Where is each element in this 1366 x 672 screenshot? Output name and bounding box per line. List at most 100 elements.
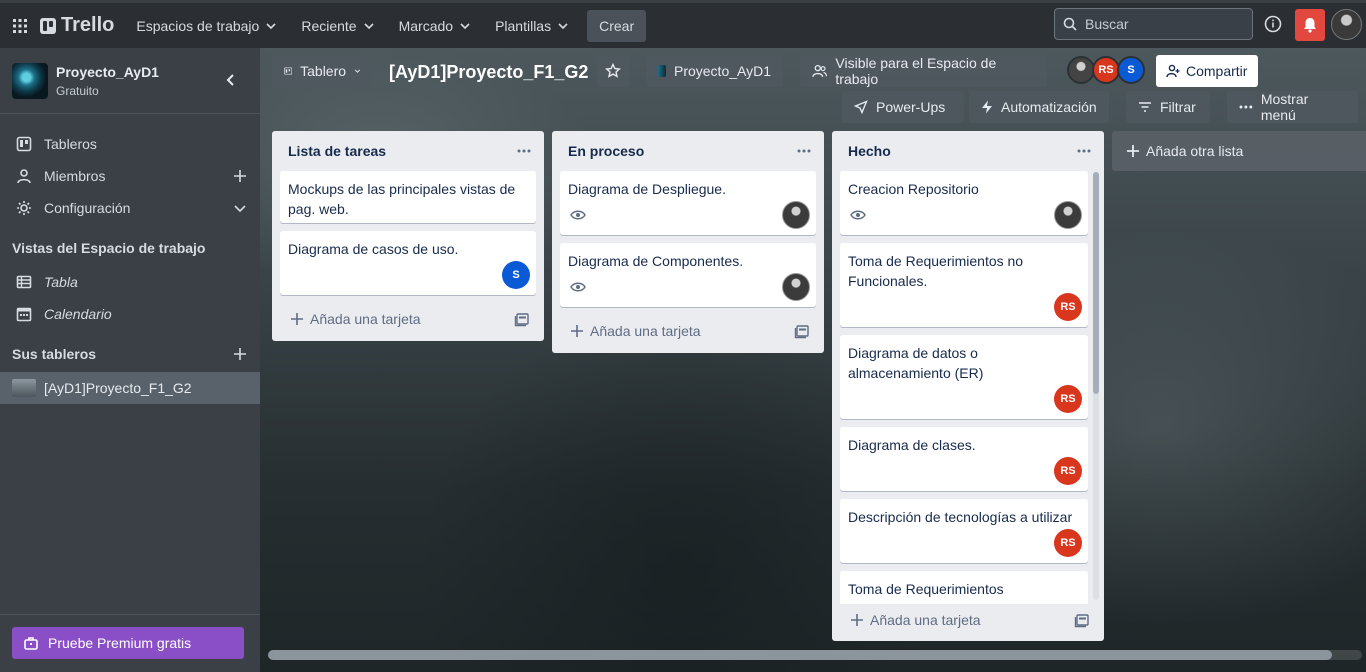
list-header[interactable]: Lista de tareas bbox=[272, 131, 544, 171]
card[interactable]: Diagrama de clases. RS bbox=[840, 427, 1088, 491]
card-title: Toma de Requerimientos no Funcionales. bbox=[848, 253, 1024, 289]
app-switcher-icon[interactable] bbox=[0, 3, 40, 48]
premium-section: Pruebe Premium gratis bbox=[0, 614, 260, 672]
card-member-avatar[interactable] bbox=[1054, 201, 1082, 229]
board-members: RS S bbox=[1067, 56, 1145, 84]
trello-logo[interactable]: Trello bbox=[40, 14, 114, 37]
sidebar-item-members[interactable]: Miembros bbox=[0, 160, 260, 192]
card-template-icon[interactable] bbox=[1074, 612, 1090, 628]
watch-eye-icon bbox=[570, 282, 586, 292]
menu-workspaces[interactable]: Espacios de trabajo bbox=[124, 10, 289, 42]
member-avatar[interactable]: RS bbox=[1092, 56, 1120, 84]
card[interactable]: Creacion Repositorio bbox=[840, 171, 1088, 235]
show-menu-button[interactable]: Mostrar menú bbox=[1227, 91, 1358, 123]
card-member-avatar[interactable]: S bbox=[502, 261, 530, 289]
share-button[interactable]: Compartir bbox=[1156, 55, 1258, 87]
sidebar-board-item[interactable]: [AyD1]Proyecto_F1_G2 bbox=[0, 372, 260, 404]
board-view-switcher[interactable]: Tablero bbox=[272, 55, 373, 87]
list-title: En proceso bbox=[568, 143, 645, 159]
card-member-avatar[interactable] bbox=[782, 273, 810, 301]
plus-icon[interactable] bbox=[232, 168, 248, 184]
your-boards-heading: Sus tableros bbox=[12, 346, 97, 362]
add-card-button[interactable]: Añada una tarjeta bbox=[840, 606, 1096, 634]
menu-templates[interactable]: Plantillas bbox=[483, 10, 581, 42]
list-scrollbar-thumb[interactable] bbox=[1093, 172, 1099, 394]
add-card-label: Añada una tarjeta bbox=[590, 323, 701, 339]
chevron-down-icon bbox=[558, 22, 568, 29]
people-icon bbox=[812, 64, 828, 77]
user-avatar[interactable] bbox=[1331, 9, 1362, 40]
list-in-progress: En proceso Diagrama de Despliegue. Diagr… bbox=[552, 131, 824, 353]
list-header[interactable]: En proceso bbox=[552, 131, 824, 171]
card-member-avatar[interactable]: RS bbox=[1054, 529, 1082, 557]
sidebar-item-table[interactable]: Tabla bbox=[0, 266, 260, 298]
automation-button[interactable]: Automatización bbox=[969, 91, 1109, 123]
menu-starred[interactable]: Marcado bbox=[387, 10, 483, 42]
add-list-button[interactable]: Añada otra lista bbox=[1112, 131, 1366, 171]
card-member-avatar[interactable] bbox=[782, 201, 810, 229]
search-input[interactable]: Buscar bbox=[1054, 8, 1253, 40]
board-horizontal-scrollbar[interactable] bbox=[268, 650, 1362, 660]
member-avatar[interactable] bbox=[1067, 56, 1095, 84]
card-member-avatar[interactable]: RS bbox=[1054, 385, 1082, 413]
add-card-button[interactable]: Añada una tarjeta bbox=[560, 317, 816, 345]
add-list-label: Añada otra lista bbox=[1146, 143, 1244, 159]
visibility-button[interactable]: Visible para el Espacio de trabajo bbox=[800, 55, 1047, 87]
table-icon bbox=[16, 275, 32, 289]
board-scrollbar-thumb[interactable] bbox=[268, 650, 1332, 660]
card-member-avatar[interactable]: RS bbox=[1054, 293, 1082, 321]
board-view-label: Tablero bbox=[300, 63, 347, 79]
board-thumbnail bbox=[12, 379, 36, 397]
brand-name: Trello bbox=[61, 14, 115, 36]
sidebar: Proyecto_AyD1 Gratuito Tableros Miembros… bbox=[0, 48, 260, 672]
create-button[interactable]: Crear bbox=[587, 9, 647, 42]
add-card-button[interactable]: Añada una tarjeta bbox=[280, 305, 536, 333]
list-menu-icon[interactable] bbox=[1076, 143, 1092, 159]
card[interactable]: Diagrama de Componentes. bbox=[560, 243, 816, 307]
card-title: Mockups de las principales vistas de pag… bbox=[288, 181, 516, 217]
chevron-down-icon[interactable] bbox=[232, 200, 248, 216]
power-ups-button[interactable]: Power-Ups bbox=[842, 91, 964, 123]
plus-icon bbox=[1127, 145, 1139, 157]
list-menu-icon[interactable] bbox=[516, 143, 532, 159]
workspace-button[interactable]: Proyecto_AyD1 bbox=[646, 55, 783, 87]
card[interactable]: Diagrama de casos de uso. S bbox=[280, 231, 536, 295]
list-header[interactable]: Hecho bbox=[832, 131, 1104, 171]
star-board-button[interactable] bbox=[597, 55, 629, 87]
collapse-sidebar-icon[interactable] bbox=[221, 70, 241, 90]
watch-eye-icon bbox=[850, 210, 866, 220]
list-scrollbar[interactable] bbox=[1093, 172, 1099, 600]
add-board-plus-icon[interactable] bbox=[232, 346, 248, 362]
board-title[interactable]: [AyD1]Proyecto_F1_G2 bbox=[389, 59, 588, 85]
menu-starred-label: Marcado bbox=[398, 17, 454, 34]
sidebar-item-boards[interactable]: Tableros bbox=[0, 128, 260, 160]
card-template-icon[interactable] bbox=[794, 323, 810, 339]
card[interactable]: Mockups de las principales vistas de pag… bbox=[280, 171, 536, 223]
filter-icon bbox=[1139, 102, 1151, 112]
menu-workspaces-label: Espacios de trabajo bbox=[136, 17, 260, 34]
gear-icon bbox=[17, 201, 31, 215]
card-template-icon[interactable] bbox=[514, 311, 530, 327]
card-title: Toma de Requerimientos Funcionales bbox=[848, 581, 1004, 604]
card[interactable]: Toma de Requerimientos no Funcionales. R… bbox=[840, 243, 1088, 327]
share-label: Compartir bbox=[1186, 63, 1248, 79]
list-menu-icon[interactable] bbox=[796, 143, 812, 159]
sidebar-item-settings[interactable]: Configuración bbox=[0, 192, 260, 224]
board-icon bbox=[284, 67, 293, 75]
card[interactable]: Descripción de tecnologías a utilizar RS bbox=[840, 499, 1088, 563]
filter-button[interactable]: Filtrar bbox=[1126, 91, 1210, 123]
sidebar-item-calendar[interactable]: Calendario bbox=[0, 298, 260, 330]
plus-icon bbox=[291, 313, 303, 325]
member-avatar[interactable]: S bbox=[1117, 56, 1145, 84]
card[interactable]: Toma de Requerimientos Funcionales bbox=[840, 571, 1088, 604]
person-icon bbox=[17, 169, 31, 184]
notifications-bell-icon[interactable] bbox=[1295, 9, 1325, 41]
list-cards-scroll[interactable]: Creacion Repositorio Toma de Requerimien… bbox=[832, 171, 1092, 604]
info-icon[interactable] bbox=[1261, 12, 1285, 36]
plus-icon bbox=[851, 614, 863, 626]
card-member-avatar[interactable]: RS bbox=[1054, 457, 1082, 485]
try-premium-button[interactable]: Pruebe Premium gratis bbox=[12, 627, 244, 659]
menu-recent[interactable]: Reciente bbox=[289, 10, 386, 42]
card[interactable]: Diagrama de Despliegue. bbox=[560, 171, 816, 235]
card[interactable]: Diagrama de datos o almacenamiento (ER) … bbox=[840, 335, 1088, 419]
